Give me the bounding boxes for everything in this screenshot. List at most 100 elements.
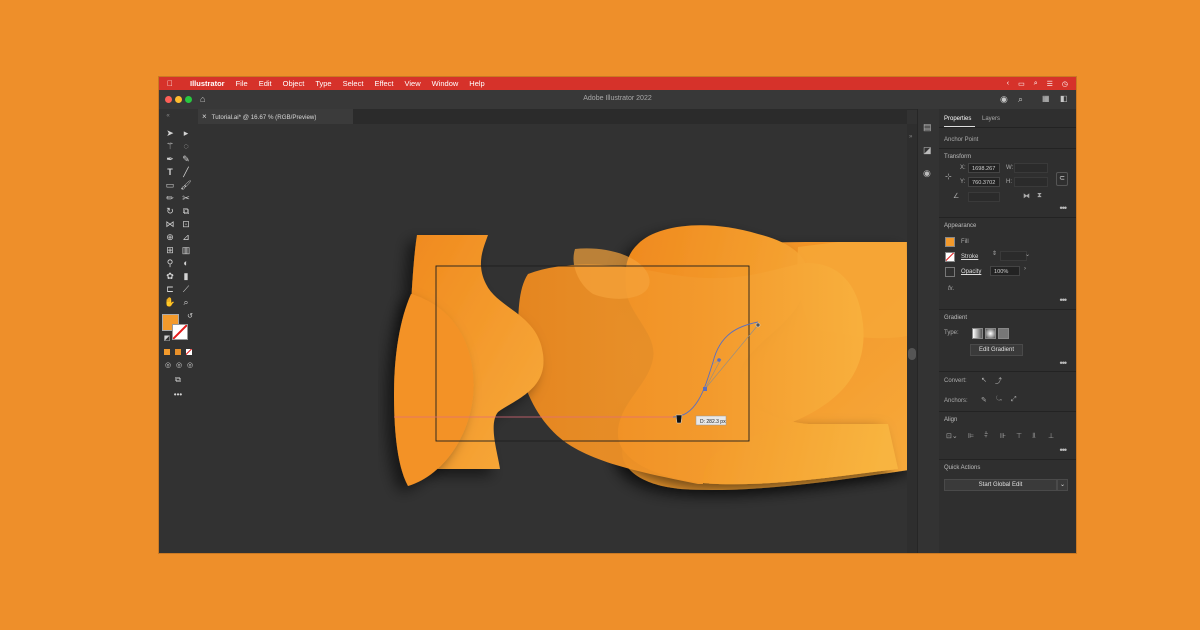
- shape-builder-tool-icon[interactable]: ⊕: [164, 231, 176, 243]
- slice-tool-icon[interactable]: ⟋: [180, 283, 192, 295]
- selection-tool-icon[interactable]: ➤: [164, 127, 176, 139]
- menu-window[interactable]: Window: [432, 79, 459, 88]
- hand-tool-icon[interactable]: ✋: [164, 296, 176, 308]
- flip-horizontal-icon[interactable]: ⧓: [1023, 192, 1030, 200]
- stroke-color-swatch[interactable]: [945, 252, 955, 262]
- gradient-tool-icon[interactable]: ▥: [180, 244, 192, 256]
- menu-illustrator[interactable]: Illustrator: [190, 79, 225, 88]
- control-center-icon[interactable]: ☰: [1047, 80, 1053, 88]
- stroke-weight-stepper-icon[interactable]: ⇕: [992, 250, 997, 257]
- type-tool-icon[interactable]: T: [164, 166, 176, 178]
- tab-layers[interactable]: Layers: [982, 116, 1000, 122]
- opacity-label[interactable]: Opacity: [961, 269, 981, 275]
- perspective-grid-tool-icon[interactable]: ⊿: [180, 231, 192, 243]
- scrollbar-thumb[interactable]: [908, 348, 916, 360]
- align-to-selection-icon[interactable]: ⊡⌄: [946, 432, 958, 440]
- chevron-left-icon[interactable]: ‹: [1007, 80, 1009, 87]
- screen-icon[interactable]: ▭: [1018, 80, 1025, 88]
- menu-view[interactable]: View: [404, 79, 420, 88]
- pencil-tool-icon[interactable]: ✏: [164, 192, 176, 204]
- w-field[interactable]: [1014, 163, 1048, 173]
- line-tool-icon[interactable]: ╱: [180, 166, 192, 178]
- draw-inside-icon[interactable]: ◎: [184, 360, 196, 372]
- screen-mode-icon[interactable]: ⧉: [172, 374, 184, 386]
- panel-toggle-icon[interactable]: ◧: [1060, 94, 1068, 103]
- free-transform-tool-icon[interactable]: ⊡: [180, 218, 192, 230]
- properties-panel-icon[interactable]: ▤: [923, 122, 932, 133]
- isolate-anchor-icon[interactable]: ⤢: [1011, 396, 1017, 404]
- fx-icon[interactable]: fx.: [948, 286, 954, 292]
- scale-tool-icon[interactable]: ⧉: [180, 205, 192, 217]
- swap-fill-stroke-icon[interactable]: ↺: [184, 311, 196, 323]
- convert-smooth-icon[interactable]: ⤴: [995, 376, 1002, 386]
- curvature-tool-icon[interactable]: ✎: [180, 153, 192, 165]
- eyedropper-tool-icon[interactable]: ⚲: [164, 257, 176, 269]
- align-bottom-icon[interactable]: ⊥: [1048, 432, 1054, 440]
- document-tab[interactable]: × Tutorial.ai* @ 16.67 % (RGB/Preview): [198, 109, 353, 124]
- stroke-weight-field[interactable]: [1000, 251, 1027, 261]
- canvas[interactable]: D: 282.3 px: [198, 124, 907, 553]
- align-horizontal-center-icon[interactable]: ⫩: [984, 432, 988, 440]
- artwork-svg[interactable]: D: 282.3 px: [198, 124, 907, 553]
- menu-object[interactable]: Object: [283, 79, 305, 88]
- direct-selection-tool-icon[interactable]: ▸: [180, 127, 192, 139]
- symbol-sprayer-tool-icon[interactable]: ✿: [164, 270, 176, 282]
- flip-vertical-icon[interactable]: ⧗: [1037, 192, 1042, 200]
- edit-gradient-button[interactable]: Edit Gradient: [970, 344, 1023, 356]
- appearance-more-options-icon[interactable]: •••: [1060, 295, 1068, 305]
- menu-edit[interactable]: Edit: [259, 79, 272, 88]
- rotate-field[interactable]: [968, 192, 1000, 202]
- quick-actions-dropdown-icon[interactable]: ⌄: [1057, 479, 1068, 491]
- transform-more-options-icon[interactable]: •••: [1060, 203, 1068, 213]
- apple-menu-icon[interactable]: : [167, 79, 179, 88]
- reference-point-icon[interactable]: ⊹: [945, 172, 952, 181]
- menu-file[interactable]: File: [236, 79, 248, 88]
- chevron-down-icon[interactable]: ⌄: [1025, 251, 1030, 258]
- opacity-field[interactable]: 100%: [990, 266, 1020, 276]
- color-panel-icon[interactable]: ◉: [923, 168, 931, 179]
- artboard-tool-icon[interactable]: ⊏: [164, 283, 176, 295]
- menu-type[interactable]: Type: [315, 79, 331, 88]
- convert-corner-icon[interactable]: ↖: [981, 376, 987, 384]
- gradient-more-options-icon[interactable]: •••: [1060, 358, 1068, 368]
- collapse-icon[interactable]: «: [162, 110, 174, 122]
- stroke-label[interactable]: Stroke: [961, 254, 978, 260]
- libraries-panel-icon[interactable]: ◪: [923, 145, 932, 156]
- column-graph-tool-icon[interactable]: ▮: [180, 270, 192, 282]
- zoom-tool-icon[interactable]: ⌕: [180, 296, 192, 308]
- clock-icon[interactable]: ◷: [1062, 80, 1068, 88]
- chevron-right-icon[interactable]: ›: [1024, 266, 1026, 272]
- lasso-tool-icon[interactable]: ◌: [180, 140, 192, 152]
- mesh-tool-icon[interactable]: ⊞: [164, 244, 176, 256]
- freeform-gradient-button[interactable]: [998, 328, 1009, 339]
- more-tools-icon[interactable]: •••: [172, 389, 184, 401]
- rotate-tool-icon[interactable]: ↻: [164, 205, 176, 217]
- vertical-scrollbar[interactable]: »: [907, 124, 917, 553]
- rectangle-tool-icon[interactable]: ▭: [164, 179, 176, 191]
- fill-color-swatch[interactable]: [945, 237, 955, 247]
- radial-gradient-button[interactable]: [985, 328, 996, 339]
- align-right-icon[interactable]: ⊪: [1000, 432, 1006, 440]
- x-field[interactable]: 1698.267: [968, 163, 1000, 173]
- constrain-proportions-icon[interactable]: ⊂: [1056, 172, 1068, 186]
- h-field[interactable]: [1014, 177, 1048, 187]
- close-tab-icon[interactable]: ×: [202, 112, 207, 121]
- menu-help[interactable]: Help: [469, 79, 484, 88]
- remove-anchor-icon[interactable]: ✎: [981, 396, 987, 404]
- gradient-mode-button[interactable]: [175, 349, 181, 355]
- start-global-edit-button[interactable]: Start Global Edit: [944, 479, 1057, 491]
- collapse-panel-icon[interactable]: »: [909, 134, 912, 140]
- scissors-tool-icon[interactable]: ✂: [180, 192, 192, 204]
- color-mode-button[interactable]: [164, 349, 170, 355]
- pen-tool-icon[interactable]: ✒: [164, 153, 176, 165]
- magic-wand-tool-icon[interactable]: ⚚: [164, 140, 176, 152]
- search-icon[interactable]: ⌕: [1018, 94, 1023, 105]
- share-icon[interactable]: ◉: [1000, 94, 1008, 105]
- menu-select[interactable]: Select: [343, 79, 364, 88]
- default-fill-stroke-icon[interactable]: ◩: [161, 333, 173, 345]
- align-vertical-center-icon[interactable]: ⫫: [1032, 432, 1036, 440]
- spotlight-search-icon[interactable]: ⌕: [1034, 80, 1038, 88]
- y-field[interactable]: 760.3702: [968, 177, 1000, 187]
- tab-properties[interactable]: Properties: [944, 116, 971, 122]
- none-mode-button[interactable]: [186, 349, 192, 355]
